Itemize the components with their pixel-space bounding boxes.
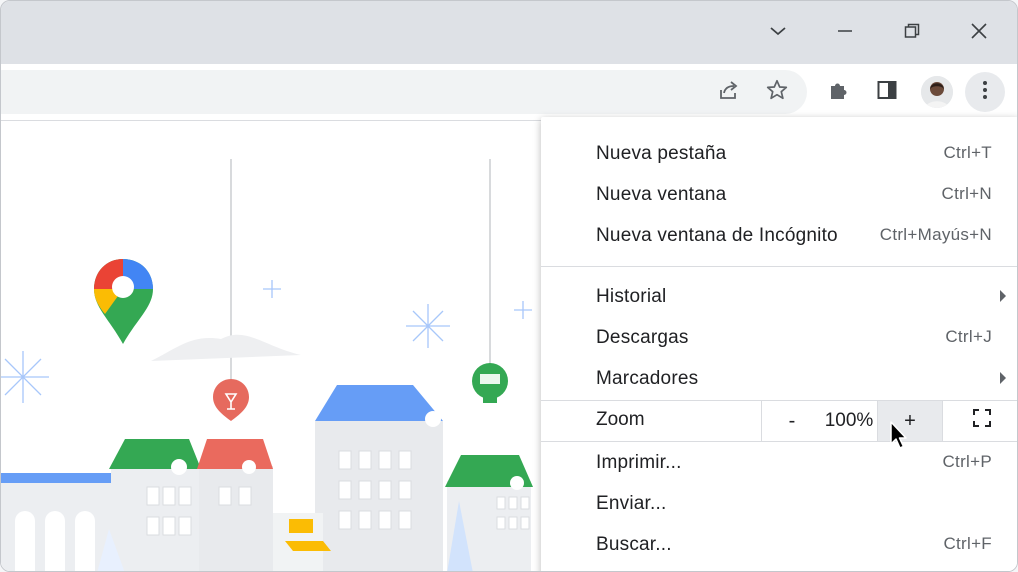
mouse-cursor-icon — [890, 421, 907, 449]
minimize-icon — [836, 22, 854, 45]
avatar — [921, 76, 953, 108]
menu-item-find[interactable]: Buscar... Ctrl+F — [541, 525, 1017, 565]
menu-item-shortcut: Ctrl+J — [945, 327, 992, 346]
menu-item-shortcut: Ctrl+P — [942, 452, 992, 471]
close-icon — [970, 22, 988, 45]
menu-item-shortcut: Ctrl+F — [943, 534, 992, 553]
extensions-button[interactable] — [819, 72, 859, 112]
three-dots-vertical-icon — [973, 78, 997, 107]
menu-item-shortcut: Ctrl+Mayús+N — [879, 225, 992, 244]
menu-item-label: Historial — [596, 286, 667, 307]
submenu-arrow-icon — [1000, 372, 1006, 384]
menu-item-new-incognito-window[interactable]: Nueva ventana de Incógnito Ctrl+Mayús+N — [541, 216, 1017, 256]
chrome-menu: Nueva pestaña Ctrl+T Nueva ventana Ctrl+… — [541, 117, 1017, 571]
zoom-out-label: - — [788, 409, 796, 432]
share-icon — [717, 78, 741, 107]
menu-item-label: Nueva pestaña — [596, 143, 727, 164]
close-button[interactable] — [958, 13, 1000, 53]
zoom-out-button[interactable]: - — [761, 401, 822, 441]
menu-item-label: Buscar... — [596, 534, 672, 555]
menu-item-new-window[interactable]: Nueva ventana Ctrl+N — [541, 175, 1017, 215]
puzzle-icon — [827, 78, 851, 107]
toolbar — [1, 64, 1017, 121]
menu-item-label: Enviar... — [596, 493, 667, 514]
menu-item-label: Imprimir... — [596, 452, 682, 473]
menu-item-shortcut: Ctrl+N — [941, 184, 992, 203]
menu-item-print[interactable]: Imprimir... Ctrl+P — [541, 443, 1017, 483]
share-button[interactable] — [709, 72, 749, 112]
menu-button[interactable] — [965, 72, 1005, 112]
submenu-arrow-icon — [1000, 290, 1006, 302]
menu-item-bookmarks[interactable]: Marcadores — [541, 359, 1017, 399]
menu-item-shortcut: Ctrl+T — [943, 143, 992, 162]
tab-search-button[interactable] — [757, 13, 799, 53]
chevron-down-icon — [768, 21, 788, 46]
address-bar[interactable] — [1, 70, 807, 114]
fullscreen-button[interactable] — [942, 401, 1017, 441]
holiday-doodle-illustration — [1, 159, 533, 571]
zoom-in-button[interactable]: + — [877, 401, 942, 441]
restore-button[interactable] — [891, 13, 933, 53]
menu-item-label: Descargas — [596, 327, 689, 348]
zoom-level: 100% — [822, 401, 876, 441]
title-bar — [1, 1, 1017, 64]
fullscreen-icon — [972, 408, 992, 434]
star-icon — [765, 78, 789, 107]
side-panel-button[interactable] — [867, 72, 907, 112]
minimize-button[interactable] — [824, 13, 866, 53]
menu-item-label: Marcadores — [596, 368, 699, 389]
restore-icon — [903, 22, 921, 45]
maps-pin-icon — [94, 259, 153, 344]
profile-button[interactable] — [917, 72, 957, 112]
bookmark-button[interactable] — [757, 72, 797, 112]
menu-item-history[interactable]: Historial — [541, 277, 1017, 317]
menu-item-new-tab[interactable]: Nueva pestaña Ctrl+T — [541, 134, 1017, 174]
zoom-value: 100% — [824, 410, 874, 431]
zoom-row: Zoom - 100% + — [541, 400, 1017, 442]
menu-item-cast[interactable]: Enviar... — [541, 484, 1017, 524]
zoom-label: Zoom — [596, 409, 645, 430]
menu-item-label: Nueva ventana — [596, 184, 727, 205]
menu-item-label: Nueva ventana de Incógnito — [596, 225, 838, 246]
browser-window: Nueva pestaña Ctrl+T Nueva ventana Ctrl+… — [0, 0, 1018, 572]
menu-item-downloads[interactable]: Descargas Ctrl+J — [541, 318, 1017, 358]
menu-separator — [541, 266, 1017, 267]
side-panel-icon — [875, 78, 899, 107]
